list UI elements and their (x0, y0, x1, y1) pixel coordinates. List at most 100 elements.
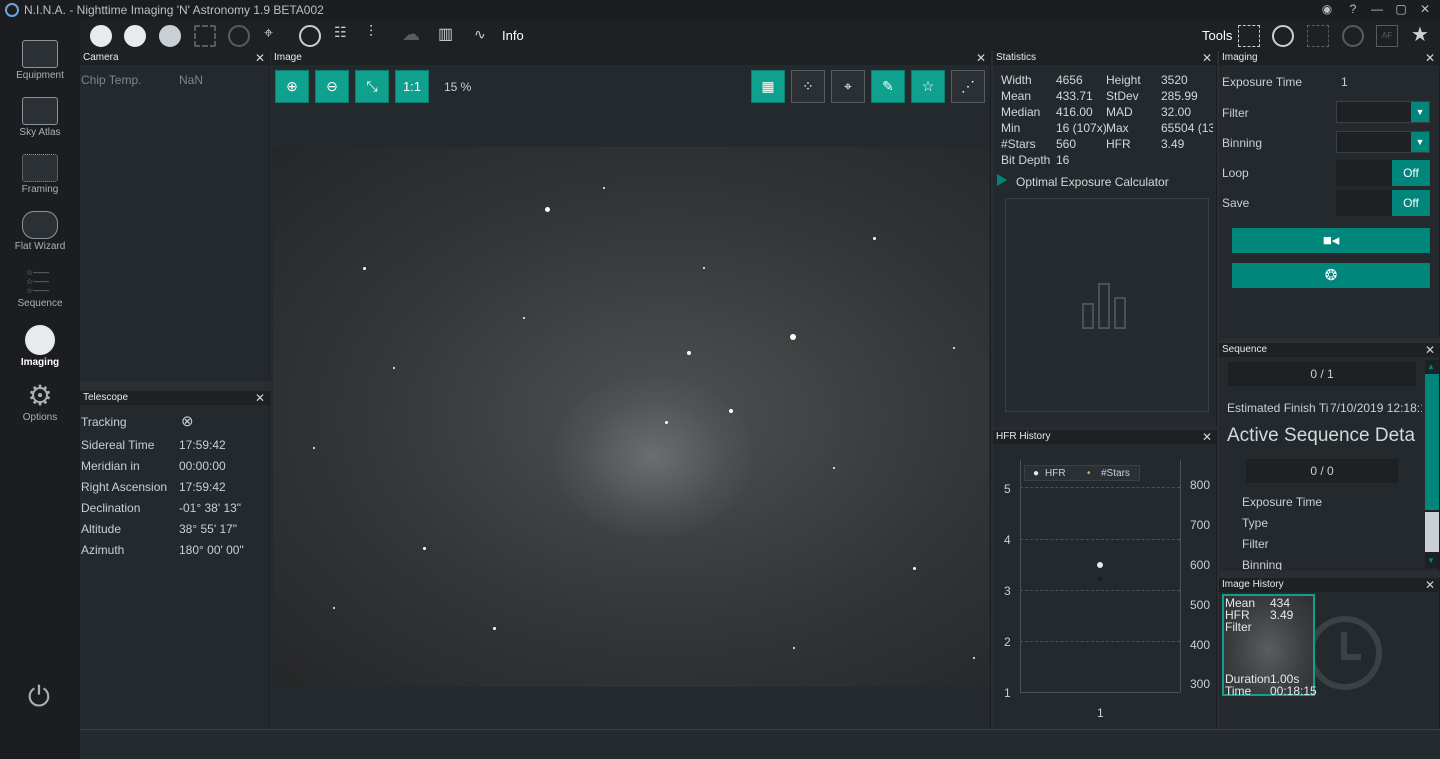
ra-value: 17:59:42 (179, 480, 226, 494)
stat-value: 16 (107x) (1056, 121, 1107, 135)
stat-label: Median (1001, 105, 1041, 119)
y-tick: 5 (1004, 482, 1011, 496)
image-history-thumbnail[interactable]: Mean 434 HFR 3.49 Filter Duration 1.00s … (1222, 594, 1317, 697)
imaging-icon (25, 325, 55, 355)
active-sequence-progress: 0 / 0 (1246, 459, 1398, 483)
sequence-icon: ☆—— ☆—— ☆—— (26, 268, 50, 295)
rotator-icon[interactable] (228, 25, 250, 47)
bahtinov-icon[interactable]: ⋰ (951, 70, 985, 103)
minimize-button[interactable]: — (1366, 2, 1388, 18)
loop-toggle[interactable]: Off (1336, 160, 1430, 186)
sidebar-item-imaging[interactable]: Imaging (0, 315, 80, 371)
bar-chart-icon[interactable]: ▥ (438, 24, 453, 44)
chip-temp-value: NaN (179, 73, 204, 87)
expand-arrow-icon[interactable] (997, 174, 1007, 186)
binning-label: Binning (1222, 136, 1263, 150)
zoom-in-button[interactable]: ⊕ (275, 70, 309, 103)
close-icon[interactable]: ✕ (255, 51, 265, 65)
binning-select[interactable]: ▼ (1336, 131, 1430, 153)
info-tab[interactable]: Info (502, 28, 524, 43)
annotate-stars-icon[interactable]: ⁘ (791, 70, 825, 103)
camera-icon[interactable] (90, 25, 112, 47)
close-icon[interactable]: ✕ (1425, 343, 1435, 357)
window-title: N.I.N.A. - Nighttime Imaging 'N' Astrono… (24, 3, 324, 17)
hfr-legend-icon: ● (1033, 468, 1040, 479)
sidebar-item-sequence[interactable]: ☆—— ☆—— ☆—— Sequence (0, 258, 80, 314)
sidebar-item-equipment[interactable]: Equipment (0, 30, 80, 86)
scroll-up-icon[interactable]: ▲ (1427, 362, 1435, 371)
statistics-panel-header: Statistics ✕ (993, 51, 1216, 65)
estimated-finish-label: Estimated Finish Ti (1227, 401, 1329, 415)
exposure-time-input[interactable]: 1 (1341, 75, 1348, 89)
hfr-legend: ● HFR • #Stars (1024, 465, 1140, 481)
captured-image[interactable] (273, 147, 989, 687)
sidebar-item-label: Equipment (16, 70, 64, 81)
stat-label: HFR (1106, 137, 1131, 151)
target-icon[interactable] (1342, 25, 1364, 47)
history-icon[interactable] (1272, 25, 1294, 47)
scrollbar-thumb[interactable] (1425, 374, 1439, 510)
sidebar-item-label: Flat Wizard (14, 241, 66, 252)
sidebar-item-sky-atlas[interactable]: Sky Atlas (0, 87, 80, 143)
stars-legend-label: #Stars (1101, 468, 1130, 479)
close-icon[interactable]: ✕ (1202, 51, 1212, 65)
autofocus-icon[interactable]: AF (1376, 25, 1398, 47)
actual-size-button[interactable]: 1:1 (395, 70, 429, 103)
chevron-down-icon: ▼ (1411, 102, 1429, 122)
crosshair-icon[interactable]: ⌖ (831, 70, 865, 103)
y2-tick: 700 (1190, 518, 1211, 532)
y2-tick: 600 (1190, 558, 1211, 572)
sidebar-item-options[interactable]: ⚙ Options (0, 372, 80, 428)
sequence-scrollbar[interactable]: ▲ ▼ (1425, 360, 1439, 568)
hfr-point[interactable] (1097, 562, 1103, 568)
zoom-out-button[interactable]: ⊖ (315, 70, 349, 103)
stat-label: Width (1001, 73, 1032, 87)
close-icon[interactable]: ✕ (1425, 578, 1435, 592)
capture-button[interactable]: ❂ (1232, 263, 1430, 288)
sidebar-item-flat-wizard[interactable]: Flat Wizard (0, 201, 80, 257)
close-icon[interactable]: ✕ (976, 51, 986, 65)
framing-tool-icon[interactable] (1307, 25, 1329, 47)
guider-icon[interactable] (299, 25, 321, 47)
sidereal-time-value: 17:59:42 (179, 438, 226, 452)
power-icon[interactable]: ⏻ (24, 682, 54, 712)
eye-icon[interactable]: ◉ (1316, 2, 1338, 18)
camera-panel: Camera ✕ Chip Temp. NaN (80, 51, 270, 381)
star-icon[interactable]: ★ (1411, 22, 1429, 47)
shutter-icon[interactable] (124, 25, 146, 47)
graph-icon[interactable]: ∿ (474, 26, 486, 43)
equipment-icon (22, 40, 58, 68)
focuser-icon[interactable] (194, 25, 216, 47)
stars-point[interactable] (1098, 577, 1102, 581)
detect-stars-icon[interactable]: ☆ (911, 70, 945, 103)
help-icon[interactable]: ? (1342, 2, 1364, 18)
fit-to-screen-button[interactable]: ⤡ (355, 70, 389, 103)
close-icon[interactable]: ✕ (1202, 430, 1212, 444)
close-button[interactable]: ✕ (1414, 2, 1436, 18)
telescope-icon[interactable]: ⌖ (264, 25, 286, 47)
toggle-state: Off (1392, 190, 1430, 216)
azimuth-value: 180° 00' 00" (179, 543, 244, 557)
close-icon[interactable]: ✕ (255, 391, 265, 405)
app-logo-icon (5, 3, 19, 17)
star-field-icon[interactable] (1238, 25, 1260, 47)
auto-stretch-icon[interactable]: ✎ (871, 70, 905, 103)
chevron-down-icon: ▼ (1411, 132, 1429, 152)
stat-value: 433.71 (1056, 89, 1093, 103)
close-icon[interactable]: ✕ (1425, 51, 1435, 65)
stat-value: 4656 (1056, 73, 1083, 87)
grid-icon[interactable]: ▦ (751, 70, 785, 103)
save-toggle[interactable]: Off (1336, 190, 1430, 216)
filter-select[interactable]: ▼ (1336, 101, 1430, 123)
scroll-down-icon[interactable]: ▼ (1427, 556, 1435, 565)
filter-wheel-icon[interactable] (159, 25, 181, 47)
switch-icon[interactable]: ☷ (334, 24, 347, 41)
estimated-finish-value: 7/10/2019 12:18:1 (1330, 401, 1422, 415)
live-view-button[interactable]: ■◂ (1232, 228, 1430, 253)
sliders-icon[interactable]: ⫶ (369, 24, 373, 42)
optimal-exposure-calculator[interactable]: Optimal Exposure Calculator (1016, 175, 1169, 189)
stat-value: 560 (1056, 137, 1077, 151)
cloud-icon[interactable]: ☁ (402, 24, 420, 45)
sidebar-item-framing[interactable]: Framing (0, 144, 80, 200)
maximize-button[interactable]: ▢ (1390, 2, 1412, 18)
